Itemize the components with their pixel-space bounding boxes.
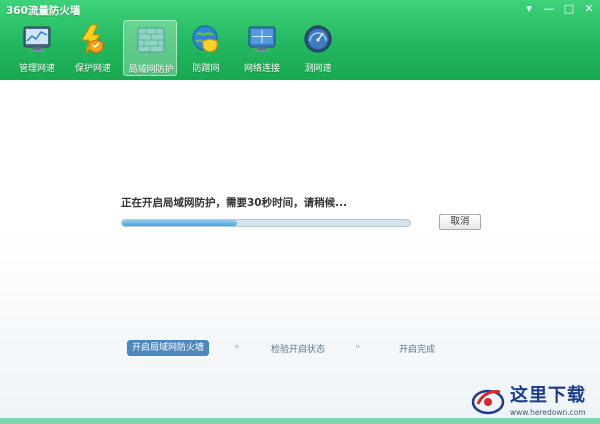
tab-label: 局域网防护 bbox=[128, 65, 174, 75]
watermark-logo-icon bbox=[471, 389, 505, 415]
progress-fill bbox=[122, 220, 238, 226]
tab-anti-leech[interactable]: 防蹭网 bbox=[179, 20, 233, 76]
watermark-text: 这里下载 bbox=[510, 385, 586, 406]
step-enable-firewall: 开启局域网防火墙 bbox=[127, 340, 210, 356]
network-monitor-icon bbox=[248, 26, 276, 52]
tab-lan-protection[interactable]: 局域网防护 bbox=[123, 20, 177, 76]
title-bar: 360流量防火墙 ▾ — □ ✕ 管理网速 保护网速 局域网防护 防蹭网 网络连… bbox=[0, 0, 600, 80]
monitor-chart-icon bbox=[23, 26, 51, 52]
minimize-button[interactable]: — bbox=[541, 2, 557, 16]
step-arrow: » bbox=[355, 342, 361, 352]
window-title: 360流量防火墙 bbox=[6, 5, 81, 17]
firewall-wall-icon bbox=[137, 27, 165, 53]
menu-icon[interactable]: ▾ bbox=[521, 2, 537, 16]
globe-shield-icon bbox=[192, 25, 218, 53]
status-message: 正在开启局域网防护，需要30秒时间，请稍候... bbox=[121, 197, 348, 209]
step-verify-status: 检验开启状态 bbox=[271, 345, 326, 355]
app-window: 360流量防火墙 ▾ — □ ✕ 管理网速 保护网速 局域网防护 防蹭网 网络连… bbox=[0, 0, 600, 424]
tab-label: 测网速 bbox=[304, 64, 332, 74]
tab-label: 防蹭网 bbox=[192, 64, 220, 74]
tab-network-connections[interactable]: 网络连接 bbox=[235, 20, 289, 76]
lightning-shield-icon bbox=[81, 24, 104, 54]
tab-label: 保护网速 bbox=[74, 64, 111, 74]
maximize-button[interactable]: □ bbox=[561, 2, 577, 16]
tab-protect-speed[interactable]: 保护网速 bbox=[66, 20, 120, 76]
speedometer-icon bbox=[304, 25, 332, 53]
step-complete: 开启完成 bbox=[399, 345, 436, 355]
main-panel: 正在开启局域网防护，需要30秒时间，请稍候... 取消 开启局域网防火墙 » 检… bbox=[0, 80, 600, 418]
progress-bar bbox=[121, 219, 411, 227]
tab-label: 网络连接 bbox=[243, 64, 280, 74]
tab-manage-speed[interactable]: 管理网速 bbox=[10, 20, 64, 76]
watermark-url: www.heredown.com bbox=[510, 408, 586, 417]
step-arrow: » bbox=[234, 342, 240, 352]
close-button[interactable]: ✕ bbox=[581, 2, 597, 16]
cancel-button[interactable]: 取消 bbox=[439, 214, 481, 230]
tab-label: 管理网速 bbox=[18, 64, 55, 74]
watermark: 这里下载 www.heredown.com bbox=[466, 380, 600, 424]
tab-speed-test[interactable]: 测网速 bbox=[291, 20, 345, 76]
